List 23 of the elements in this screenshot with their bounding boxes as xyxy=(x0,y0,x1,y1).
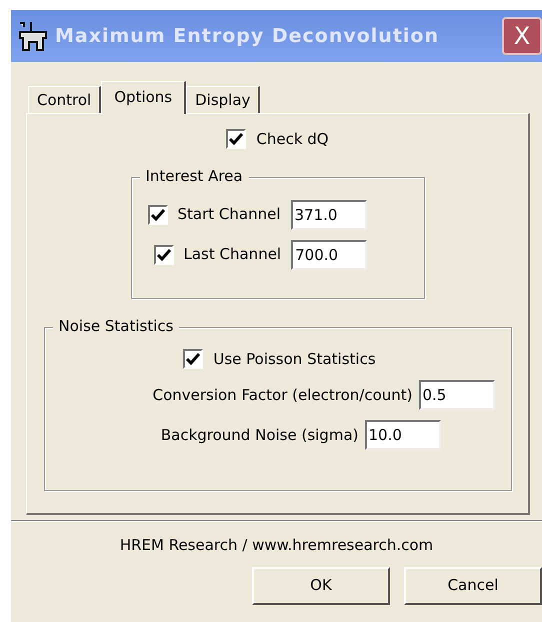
input-field[interactable]: 700.0 xyxy=(291,240,368,270)
tab[interactable]: Control xyxy=(28,86,102,113)
field-label: Background Noise (sigma) xyxy=(160,424,358,446)
tab[interactable]: Options xyxy=(101,81,186,114)
checkbox[interactable] xyxy=(154,244,174,264)
checkbox-label[interactable]: Last Channel xyxy=(184,243,282,266)
checkbox[interactable] xyxy=(148,204,168,224)
checkbox[interactable] xyxy=(226,129,246,150)
checkbox-label[interactable]: Start Channel xyxy=(178,203,280,226)
input-field[interactable]: 371.0 xyxy=(290,200,366,230)
app-icon xyxy=(17,20,49,52)
window-title: Maximum Entropy Deconvolution xyxy=(55,24,439,49)
dialog-button[interactable]: OK xyxy=(252,566,390,604)
checkbox-label[interactable]: Check dQ xyxy=(256,128,329,150)
footer-text: HREM Research / www.hremresearch.com xyxy=(118,535,434,556)
input-field[interactable]: 0.5 xyxy=(418,380,494,410)
close-button[interactable]: X xyxy=(502,17,542,55)
field-label: Conversion Factor (electron/count) xyxy=(152,384,412,406)
checkbox[interactable] xyxy=(183,348,204,369)
input-field[interactable]: 10.0 xyxy=(364,420,440,450)
dialog-button[interactable]: Cancel xyxy=(404,566,542,604)
checkbox-label[interactable]: Use Poisson Statistics xyxy=(213,348,376,370)
tab[interactable]: Display xyxy=(186,86,260,113)
